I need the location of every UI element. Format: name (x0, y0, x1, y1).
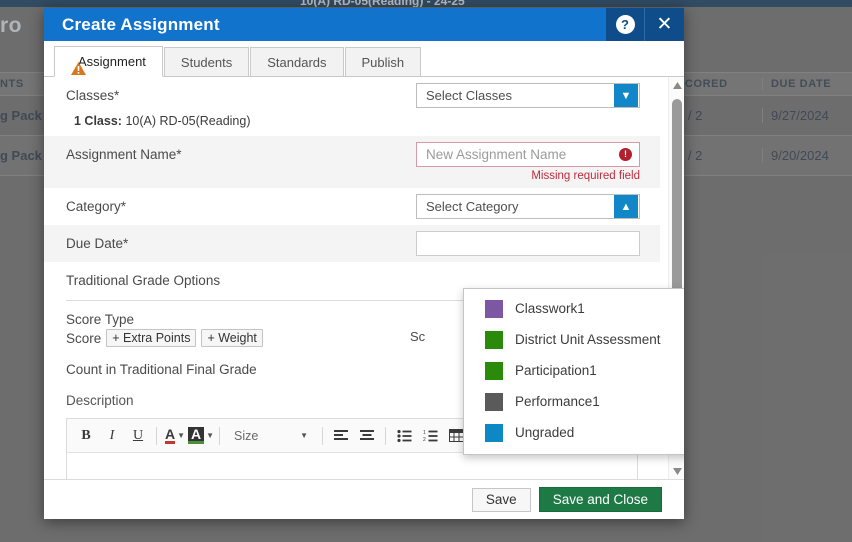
numbered-list-icon[interactable]: 12 (417, 423, 443, 449)
chevron-up-icon: ▲ (614, 195, 638, 218)
select-classes-value: Select Classes (417, 88, 614, 103)
tab-standards-label: Standards (267, 55, 326, 70)
close-icon: ✕ (657, 15, 673, 34)
bullet-list-icon[interactable] (391, 423, 417, 449)
field-row-assignment-name: Assignment Name* New Assignment Name ! M… (44, 136, 660, 188)
dialog-title-bar: Create Assignment ? ✕ (44, 8, 684, 41)
assignment-name-placeholder: New Assignment Name (417, 147, 619, 162)
tab-publish-label: Publish (362, 55, 405, 70)
count-in-final-grade-label: Count in Traditional Final Grade (66, 357, 257, 377)
category-option-label: Participation1 (515, 363, 597, 378)
field-row-classes: Classes* Select Classes ▼ (44, 77, 660, 114)
tab-publish[interactable]: Publish (345, 47, 422, 76)
underline-icon[interactable]: U (125, 423, 151, 449)
classes-summary-name: 10(A) RD-05(Reading) (125, 114, 250, 128)
category-option-label: Performance1 (515, 394, 600, 409)
category-option-label: Classwork1 (515, 301, 585, 316)
font-color-icon[interactable]: A ▼ (162, 423, 188, 449)
align-left-icon[interactable] (328, 423, 354, 449)
category-option-participation1[interactable]: Participation1 (464, 355, 684, 386)
assignment-name-error: Missing required field (416, 167, 640, 182)
close-button[interactable]: ✕ (645, 8, 684, 41)
dialog-footer: Save Save and Close (44, 479, 684, 519)
classes-summary-count: 1 Class: (74, 114, 122, 128)
svg-text:1: 1 (423, 430, 426, 436)
bold-icon[interactable]: B (73, 423, 99, 449)
select-category-dropdown[interactable]: Select Category ▲ (416, 194, 640, 219)
font-size-label: Size (234, 429, 258, 443)
align-center-icon[interactable] (354, 423, 380, 449)
font-size-select[interactable]: Size ▼ (229, 425, 313, 447)
dialog-title: Create Assignment (44, 15, 606, 35)
category-option-district-unit-assessment[interactable]: District Unit Assessment (464, 324, 684, 355)
category-label: Category* (66, 194, 126, 214)
description-textarea[interactable] (67, 453, 637, 479)
field-row-category: Category* Select Category ▲ (44, 188, 660, 225)
classes-summary: 1 Class: 10(A) RD-05(Reading) (44, 114, 660, 136)
category-color-swatch (485, 362, 503, 380)
select-classes-dropdown[interactable]: Select Classes ▼ (416, 83, 640, 108)
scroll-up-arrow-icon[interactable] (669, 77, 684, 93)
field-row-due-date: Due Date* (44, 225, 660, 262)
dialog-tabs: Assignment Students Standards Publish (44, 41, 684, 77)
create-assignment-dialog: Create Assignment ? ✕ Assignment Student… (44, 8, 684, 519)
assignment-name-input[interactable]: New Assignment Name ! (416, 142, 640, 167)
score-right-label: Sc (410, 329, 425, 344)
select-category-value: Select Category (417, 199, 614, 214)
help-icon: ? (616, 15, 635, 34)
add-extra-points-button[interactable]: + Extra Points (106, 329, 196, 347)
tab-standards[interactable]: Standards (250, 47, 343, 76)
highlight-color-icon[interactable]: A ▼ (188, 423, 214, 449)
tab-assignment-label: Assignment (78, 54, 146, 69)
category-color-swatch (485, 300, 503, 318)
tab-assignment[interactable]: Assignment (54, 46, 163, 77)
category-option-ungraded[interactable]: Ungraded (464, 417, 684, 448)
due-date-input[interactable] (416, 231, 640, 256)
svg-text:2: 2 (423, 437, 426, 442)
score-type-label: Score Type (66, 307, 134, 327)
chevron-down-icon: ▼ (614, 84, 638, 107)
tab-students[interactable]: Students (164, 47, 249, 76)
score-label: Score (66, 331, 101, 346)
save-and-close-button[interactable]: Save and Close (539, 487, 662, 512)
chevron-down-icon: ▼ (300, 431, 308, 440)
scroll-down-arrow-icon[interactable] (669, 463, 684, 479)
chevron-down-icon: ▼ (177, 431, 185, 440)
classes-label: Classes* (66, 83, 119, 103)
category-option-performance1[interactable]: Performance1 (464, 386, 684, 417)
traditional-grade-options-label: Traditional Grade Options (66, 268, 220, 288)
italic-icon[interactable]: I (99, 423, 125, 449)
category-option-classwork1[interactable]: Classwork1 (464, 293, 684, 324)
tab-students-label: Students (181, 55, 232, 70)
dialog-scroll-area: Classes* Select Classes ▼ 1 Class: 10(A)… (44, 77, 684, 479)
due-date-label: Due Date* (66, 231, 128, 251)
assignment-name-label: Assignment Name* (66, 142, 182, 162)
category-option-label: Ungraded (515, 425, 574, 440)
category-option-label: District Unit Assessment (515, 332, 661, 347)
add-weight-button[interactable]: + Weight (201, 329, 262, 347)
save-button[interactable]: Save (472, 488, 531, 512)
category-color-swatch (485, 393, 503, 411)
category-color-swatch (485, 424, 503, 442)
error-icon: ! (619, 148, 632, 161)
category-dropdown-panel: Classwork1 District Unit Assessment Part… (463, 288, 684, 455)
category-color-swatch (485, 331, 503, 349)
chevron-down-icon: ▼ (206, 431, 214, 440)
help-button[interactable]: ? (606, 8, 645, 41)
